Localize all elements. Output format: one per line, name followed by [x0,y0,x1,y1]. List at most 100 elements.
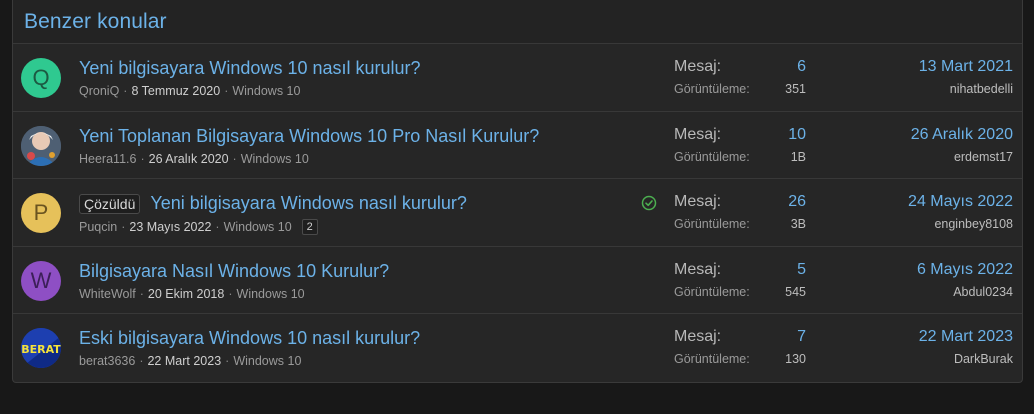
views-stat: Görüntüleme: 130 [674,352,806,366]
block-header: Benzer konular [13,0,1022,44]
thread-author-link[interactable]: WhiteWolf [79,287,136,301]
last-post: 22 Mart 2023 DarkBurak [919,328,1013,366]
views-label: Görüntüleme: [674,284,750,299]
views-count: 130 [785,352,806,367]
last-post-user-link[interactable]: Abdul0234 [917,285,1013,299]
messages-stat: Mesaj: 6 [674,58,806,80]
thread-row: Yeni Toplanan Bilgisayara Windows 10 Pro… [13,112,1022,180]
avatar-letter: P [33,200,49,226]
last-post: 24 Mayıs 2022 enginbey8108 [908,193,1013,231]
thread-title-link[interactable]: Yeni bilgisayara Windows nasıl kurulur? [150,193,467,214]
views-stat: Görüntüleme: 545 [674,285,806,299]
last-post-date-link[interactable]: 6 Mayıs 2022 [917,261,1013,283]
avatar-letter: Q [32,65,50,90]
page-jump-link[interactable]: 2 [301,219,318,236]
thread-author-link[interactable]: berat3636 [79,354,135,368]
messages-label: Mesaj: [674,58,722,75]
thread-author-link[interactable]: Heera11.6 [79,152,136,166]
separator-dot: · [215,220,220,235]
avatar[interactable]: BERAT [21,328,61,369]
thread-meta: Heera11.6 · 26 Aralık 2020 · Windows 10 [79,152,309,166]
thread-meta: berat3636 · 22 Mart 2023 · Windows 10 [79,354,301,368]
thread-title-line: Bilgisayara Nasıl Windows 10 Kurulur? [79,261,389,282]
thread-stats: Mesaj: 10 Görüntüleme: 1B [674,126,806,164]
similar-threads-block: Benzer konular Q Yeni bilgisayara Windows… [12,0,1023,383]
thread-forum-link[interactable]: Windows 10 [232,84,300,98]
separator-dot: · [139,286,144,301]
views-count: 3B [790,217,806,232]
avatar[interactable] [21,125,61,166]
thread-meta: WhiteWolf · 20 Ekim 2018 · Windows 10 [79,287,305,301]
thread-forum-link[interactable]: Windows 10 [233,354,301,368]
views-label: Görüntüleme: [674,352,750,367]
thread-list: Q Yeni bilgisayara Windows 10 nasıl kurul… [13,44,1022,382]
avatar[interactable]: Q [21,58,61,98]
views-count: 351 [785,82,806,96]
last-post-user-link[interactable]: enginbey8108 [908,217,1013,231]
thread-stats: Mesaj: 6 Görüntüleme: 351 [674,58,806,96]
views-stat: Görüntüleme: 3B [674,217,806,231]
messages-stat: Mesaj: 10 [674,126,806,148]
last-post-user-link[interactable]: nihatbedelli [919,82,1013,96]
thread-title-link[interactable]: Yeni bilgisayara Windows 10 nasıl kurulu… [79,58,421,79]
messages-stat: Mesaj: 5 [674,261,806,283]
views-stat: Görüntüleme: 1B [674,150,806,164]
last-post: 13 Mart 2021 nihatbedelli [919,58,1013,96]
last-post-date-link[interactable]: 24 Mayıs 2022 [908,193,1013,215]
messages-label: Mesaj: [674,193,722,211]
separator-dot: · [225,354,230,369]
views-count: 1B [790,149,806,164]
last-post-date-link[interactable]: 26 Aralık 2020 [911,126,1013,148]
thread-title-line: Yeni Toplanan Bilgisayara Windows 10 Pro… [79,126,539,147]
last-post: 6 Mayıs 2022 Abdul0234 [917,261,1013,299]
check-circle-icon [641,195,657,211]
messages-count: 7 [797,328,806,346]
messages-count: 26 [788,193,806,211]
messages-label: Mesaj: [674,125,722,143]
avatar[interactable]: P [21,193,61,234]
thread-start-date[interactable]: 23 Mayıs 2022 [129,220,211,234]
thread-start-date[interactable]: 8 Temmuz 2020 [131,84,220,98]
messages-label: Mesaj: [674,328,722,346]
thread-title-link[interactable]: Yeni Toplanan Bilgisayara Windows 10 Pro… [79,126,539,147]
thread-author-link[interactable]: Puqcin [79,220,117,234]
thread-author-link[interactable]: QroniQ [79,84,119,98]
separator-dot: · [228,286,233,301]
thread-title-line: Eski bilgisayara Windows 10 nasıl kurulu… [79,328,420,349]
thread-start-date[interactable]: 20 Ekim 2018 [148,287,224,301]
thread-stats: Mesaj: 7 Görüntüleme: 130 [674,328,806,366]
messages-count: 6 [797,58,806,75]
views-label: Görüntüleme: [674,217,750,232]
thread-meta: QroniQ · 8 Temmuz 2020 · Windows 10 [79,84,300,98]
messages-stat: Mesaj: 26 [674,193,806,215]
last-post-user-link[interactable]: erdemst17 [911,150,1013,164]
avatar[interactable]: W [21,260,61,301]
thread-title-link[interactable]: Bilgisayara Nasıl Windows 10 Kurulur? [79,261,389,282]
messages-stat: Mesaj: 7 [674,328,806,350]
thread-start-date[interactable]: 26 Aralık 2020 [149,152,229,166]
thread-title-line: Çözüldü Yeni bilgisayara Windows nasıl ku… [79,193,467,214]
thread-title-link[interactable]: Eski bilgisayara Windows 10 nasıl kurulu… [79,328,420,349]
thread-forum-link[interactable]: Windows 10 [224,220,292,234]
thread-stats: Mesaj: 5 Görüntüleme: 545 [674,261,806,299]
solved-prefix-label[interactable]: Çözüldü [79,193,141,214]
last-post-user-link[interactable]: DarkBurak [919,352,1013,366]
last-post-date-link[interactable]: 22 Mart 2023 [919,328,1013,350]
thread-forum-link[interactable]: Windows 10 [241,152,309,166]
separator-dot: · [123,84,128,98]
messages-count: 5 [797,260,806,278]
separator-dot: · [139,354,144,369]
thread-forum-link[interactable]: Windows 10 [237,287,305,301]
last-post-date-link[interactable]: 13 Mart 2021 [919,58,1013,80]
thread-row: P Çözüldü Yeni bilgisayara Windows nasıl k… [13,179,1022,247]
thread-start-date[interactable]: 22 Mart 2023 [147,354,221,368]
messages-count: 10 [788,125,806,143]
separator-dot: · [140,151,145,166]
last-post: 26 Aralık 2020 erdemst17 [911,126,1013,164]
views-label: Görüntüleme: [674,82,750,96]
messages-label: Mesaj: [674,260,722,278]
thread-row: W Bilgisayara Nasıl Windows 10 Kurulur? Wh… [13,247,1022,315]
svg-text:BERAT: BERAT [21,343,61,356]
separator-dot: · [121,220,126,235]
thread-title-line: Yeni bilgisayara Windows 10 nasıl kurulu… [79,58,421,79]
